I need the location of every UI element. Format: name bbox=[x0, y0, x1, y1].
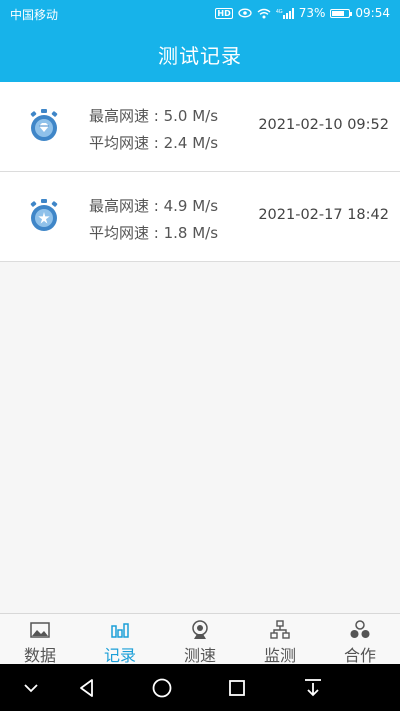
battery-fill bbox=[332, 10, 345, 16]
back-icon[interactable] bbox=[75, 676, 99, 700]
tab-monitor[interactable]: 监测 bbox=[240, 614, 320, 665]
page-title: 测试记录 bbox=[158, 44, 242, 68]
recents-icon[interactable] bbox=[225, 676, 249, 700]
tab-label: 数据 bbox=[23, 646, 56, 665]
tab-speedtest[interactable]: 测速 bbox=[160, 614, 240, 665]
tab-data[interactable]: 数据 bbox=[0, 614, 80, 665]
signal-icon: 4G bbox=[276, 7, 294, 19]
network-type-label: 4G bbox=[276, 9, 283, 15]
record-list: 最高网速 : 5.0 M/s 平均网速 : 2.4 M/s 2021-02-10… bbox=[0, 82, 400, 262]
speed-values: 最高网速 : 4.9 M/s 平均网速 : 1.8 M/s bbox=[89, 193, 218, 247]
max-speed-text: 最高网速 : 5.0 M/s bbox=[89, 107, 219, 125]
avg-speed-text: 平均网速 : 1.8 M/s bbox=[89, 224, 219, 242]
eye-icon bbox=[238, 8, 252, 18]
record-item[interactable]: 最高网速 : 5.0 M/s 平均网速 : 2.4 M/s 2021-02-10… bbox=[0, 82, 400, 172]
status-bar: 中国移动 HD 4G 73% 09:54 bbox=[0, 0, 400, 28]
top-bar: 中国移动 HD 4G 73% 09:54 测试记录 bbox=[0, 0, 400, 82]
speed-gauge-icon bbox=[30, 199, 58, 231]
home-icon[interactable] bbox=[150, 676, 174, 700]
carrier-label: 中国移动 bbox=[10, 8, 59, 22]
webcam-icon bbox=[192, 620, 208, 639]
record-time: 2021-02-10 09:52 bbox=[258, 117, 389, 133]
tab-label: 测速 bbox=[183, 646, 216, 665]
avg-speed-text: 平均网速 : 2.4 M/s bbox=[89, 134, 219, 152]
tab-cooperation[interactable]: 合作 bbox=[320, 614, 400, 665]
app-screen: 中国移动 HD 4G 73% 09:54 测试记录 最高网速: 5.0 M/s… bbox=[0, 0, 400, 711]
tab-label: 记录 bbox=[103, 646, 136, 665]
max-speed-text: 最高网速 : 4.9 M/s bbox=[89, 197, 219, 215]
speed-values: 最高网速 : 5.0 M/s 平均网速 : 2.4 M/s bbox=[89, 103, 218, 157]
circles-icon bbox=[350, 620, 370, 638]
system-nav-bar bbox=[0, 664, 400, 711]
tab-label: 监测 bbox=[263, 646, 296, 665]
clock: 09:54 bbox=[355, 6, 390, 20]
battery-icon bbox=[330, 8, 353, 18]
hd-icon: HD bbox=[215, 7, 233, 19]
tab-records[interactable]: 记录 bbox=[80, 614, 160, 665]
record-time: 2021-02-17 18:42 bbox=[258, 207, 389, 223]
speed-gauge-icon bbox=[30, 109, 58, 141]
network-icon bbox=[270, 620, 290, 639]
wifi-icon bbox=[257, 8, 271, 18]
battery-percent: 73% bbox=[298, 6, 326, 20]
status-icons: HD 4G 73% 09:54 bbox=[215, 6, 390, 20]
image-icon bbox=[30, 622, 50, 638]
bottom-tab-bar: 数据 记录 测速 监测 合作 bbox=[0, 613, 400, 665]
bar-chart-icon bbox=[111, 623, 129, 638]
chevron-down-icon[interactable] bbox=[19, 676, 43, 700]
record-item[interactable]: 最高网速 : 4.9 M/s 平均网速 : 1.8 M/s 2021-02-17… bbox=[0, 172, 400, 262]
tab-label: 合作 bbox=[343, 646, 376, 665]
notification-pull-icon[interactable] bbox=[301, 676, 325, 700]
